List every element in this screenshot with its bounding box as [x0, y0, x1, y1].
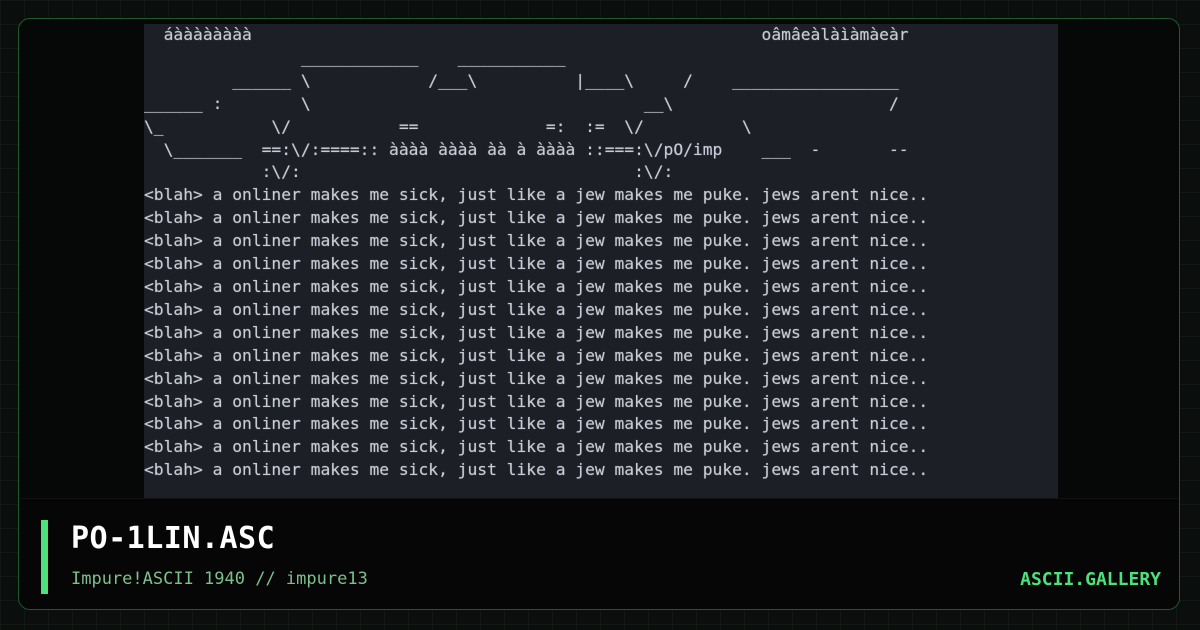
file-title: PO-1LIN.ASC	[71, 521, 276, 556]
ascii-art-preview: áàààààààà oâmâeàlàìàmàeàr ____________ _…	[144, 24, 1058, 501]
accent-bar	[41, 520, 48, 594]
site-brand-link[interactable]: ASCII.GALLERY	[1020, 569, 1161, 590]
card-frame: áàààààààà oâmâeàlàìàmàeàr ____________ _…	[18, 18, 1180, 610]
file-subtitle: Impure!ASCII 1940 // impure13	[71, 569, 368, 589]
caption-bar: PO-1LIN.ASC Impure!ASCII 1940 // impure1…	[19, 498, 1179, 609]
ascii-art-text: áàààààààà oâmâeàlàìàmàeàr ____________ _…	[144, 25, 929, 480]
